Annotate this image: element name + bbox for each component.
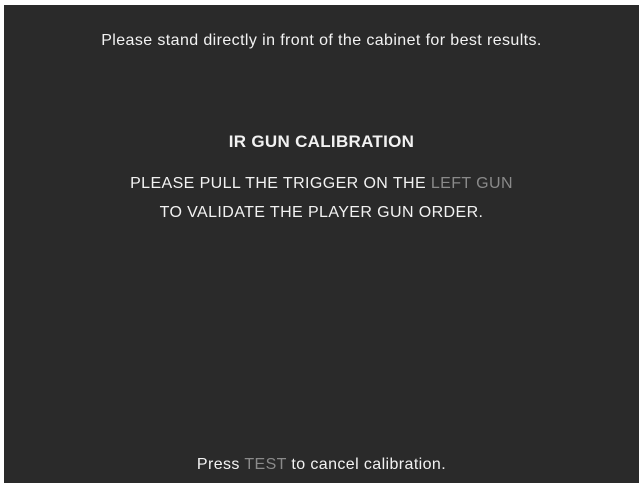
cancel-hint-prefix: Press [196,456,240,473]
test-key-label: TEST [244,456,287,473]
instruction-line-1: PLEASE PULL THE TRIGGER ON THE LEFT GUN [4,175,639,193]
cancel-hint: Press TEST to cancel calibration. [4,456,639,474]
left-gun-highlight: LEFT GUN [430,175,513,192]
calibration-screen: Please stand directly in front of the ca… [4,5,639,483]
instruction-line-2: TO VALIDATE THE PLAYER GUN ORDER. [159,204,484,221]
cancel-hint-suffix: to cancel calibration. [291,456,447,473]
instruction-prefix: PLEASE PULL THE TRIGGER ON THE [130,175,427,192]
calibration-title: IR GUN CALIBRATION [228,132,415,151]
position-hint: Please stand directly in front of the ca… [101,32,542,49]
